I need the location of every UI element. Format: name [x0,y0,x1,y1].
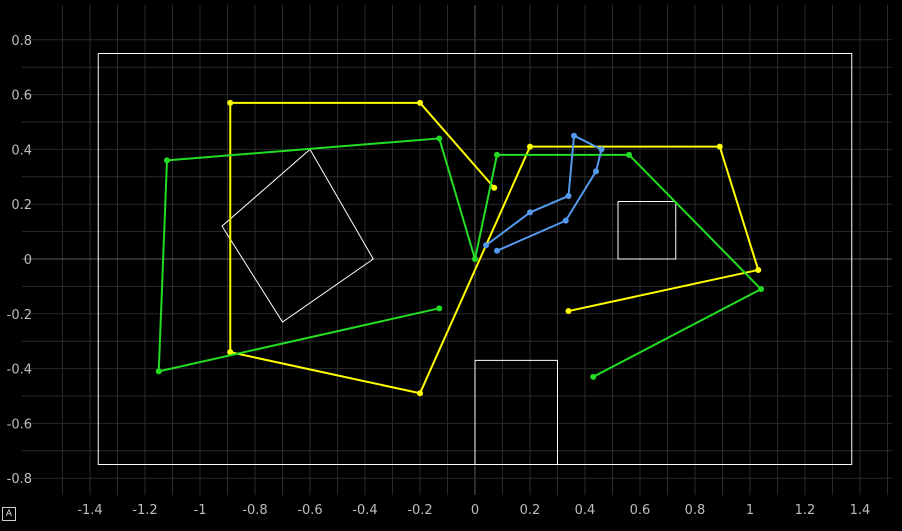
data-point [562,217,569,224]
data-point [565,308,572,315]
y-tick-label: 0 [24,253,32,268]
y-tick-label: -0.6 [7,417,32,432]
data-point [571,132,577,139]
data-point [598,146,605,153]
autoscale-button[interactable]: A [2,507,16,521]
data-point [590,373,597,380]
x-tick-label: 0.6 [630,503,651,518]
data-point [155,368,162,375]
x-tick-label: 0.4 [575,503,596,518]
outline-shape [474,359,558,465]
x-tick-label: -0.4 [352,503,377,518]
x-tick-label: -1 [194,503,207,518]
data-point [491,184,498,191]
x-tick-label: 0.8 [685,503,706,518]
grid-layer [22,5,892,495]
data-point [593,168,599,175]
y-tick-label: -0.8 [7,472,32,487]
series-layer [155,99,764,397]
tick-labels-layer: -1.4 -1.2 -1 -0.8 -0.6 -0.4 -0.2 0 0.2 0.4 0.6 0.8 1… [7,34,871,518]
x-tick-label: 1.2 [795,503,816,518]
x-tick-label: 0 [471,503,479,518]
data-point [483,242,489,249]
y-tick-label: 0.4 [11,143,32,158]
data-point [227,99,234,106]
data-point [758,286,764,293]
x-tick-label: -1.2 [132,503,157,518]
data-point [494,151,500,158]
data-point [527,143,533,150]
data-point [494,247,500,254]
data-point [417,390,423,397]
x-tick-label: 1 [746,503,754,518]
y-tick-label: -0.2 [7,308,32,323]
x-tick-label: 1.4 [850,503,871,518]
y-tick-label: 0.8 [11,34,32,49]
data-point [565,192,572,199]
data-point [164,157,170,164]
x-tick-label: -0.2 [407,503,432,518]
data-point [472,256,478,262]
data-point [755,266,762,273]
data-point [716,143,723,150]
data-point [527,209,533,216]
plot-area[interactable]: -1.4 -1.2 -1 -0.8 -0.6 -0.4 -0.2 0 0.2 0.4 0.6 0.8 1… [0,0,902,531]
series-line [485,134,603,252]
outline-shape [221,149,374,323]
data-point [436,135,443,142]
data-point [626,151,632,158]
data-point [436,305,443,312]
y-tick-label: 0.2 [11,198,32,213]
series-line [229,101,760,395]
x-tick-label: 0.2 [520,503,541,518]
y-tick-label: 0.6 [11,89,32,104]
x-tick-label: -0.8 [242,503,267,518]
y-tick-label: -0.4 [7,363,32,378]
x-tick-label: -0.6 [297,503,322,518]
x-tick-label: -1.4 [77,503,102,518]
data-point [417,99,423,106]
